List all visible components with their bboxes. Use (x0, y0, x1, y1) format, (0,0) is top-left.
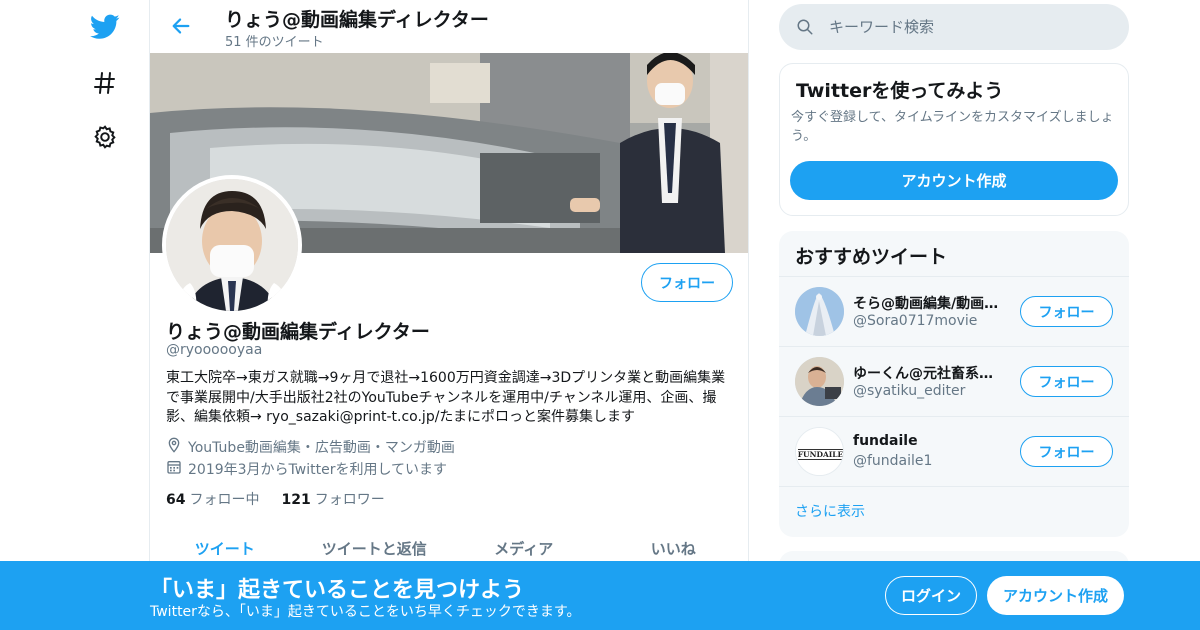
following-count-link[interactable]: 64 フォロー中 (166, 489, 259, 509)
account-name: そら@動画編集/動画… (853, 296, 999, 312)
account-name: ゆーくん@元社畜系… (853, 366, 993, 382)
profile-avatar[interactable] (162, 175, 302, 315)
back-arrow-icon[interactable] (168, 13, 194, 39)
gear-icon[interactable] (88, 120, 122, 154)
profile-column: りょう@動画編集ディレクター 51 件のツイート フォロー りょう@動画編集ディ… (149, 0, 749, 630)
banner-subtitle: Twitterなら、「いま」起きていることをいち早くチェックできます。 (150, 604, 581, 620)
banner-title: 「いま」起きていることを見つけよう (150, 578, 525, 603)
twitter-bird-icon[interactable] (88, 10, 122, 44)
followers-label: フォロワー (314, 492, 385, 508)
account-name: fundaile (853, 433, 918, 449)
avatar[interactable] (795, 287, 844, 336)
signup-card: Twitterを使ってみよう 今すぐ登録して、タイムラインをカスタマイズしましょ… (779, 63, 1129, 216)
signup-title: Twitterを使ってみよう (796, 80, 1004, 102)
avatar[interactable] (795, 357, 844, 406)
list-item[interactable]: ゆーくん@元社畜系… @syatiku_editer フォロー (779, 346, 1129, 416)
profile-handle: @ryoooooyaa (166, 342, 263, 358)
follow-button[interactable]: フォロー (1020, 296, 1113, 327)
profile-header-bar: りょう@動画編集ディレクター 51 件のツイート (150, 0, 748, 53)
joined-text: 2019年3月からTwitterを利用しています (188, 462, 448, 478)
account-handle: @Sora0717movie (853, 313, 978, 329)
profile-location: YouTube動画編集・広告動画・マンガ動画 (166, 437, 455, 457)
tab-tweets-and-replies[interactable]: ツイートと返信 (300, 530, 450, 562)
login-button[interactable]: ログイン (885, 576, 977, 615)
profile-tabs: ツイート ツイートと返信 メディア いいね (150, 530, 748, 562)
recommended-accounts-card: おすすめツイート そら@動画編集/動画… @Sora0717movie フォロー… (779, 231, 1129, 537)
header-title: りょう@動画編集ディレクター (225, 9, 489, 31)
list-item[interactable]: FUNDAILE fundaile @fundaile1 フォロー (779, 416, 1129, 486)
search-bar (779, 4, 1129, 50)
account-handle: @fundaile1 (853, 453, 933, 469)
followers-count-link[interactable]: 121 フォロワー (281, 489, 384, 509)
profile-joined: 2019年3月からTwitterを利用しています (166, 459, 447, 479)
following-count: 64 (166, 492, 186, 508)
location-text: YouTube動画編集・広告動画・マンガ動画 (188, 440, 455, 456)
calendar-icon (166, 459, 182, 479)
svg-text:FUNDAILE: FUNDAILE (798, 450, 844, 459)
create-account-button[interactable]: アカウント作成 (790, 161, 1118, 200)
tab-likes[interactable]: いいね (599, 530, 749, 562)
tab-media[interactable]: メディア (449, 530, 599, 562)
hashtag-icon[interactable] (88, 66, 122, 100)
show-more-link[interactable]: さらに表示 (795, 501, 865, 521)
follow-button[interactable]: フォロー (1020, 366, 1113, 397)
list-item[interactable]: そら@動画編集/動画… @Sora0717movie フォロー (779, 276, 1129, 346)
follow-button[interactable]: フォロー (1020, 436, 1113, 467)
account-handle: @syatiku_editer (853, 383, 966, 399)
search-input[interactable] (829, 18, 1109, 36)
recommendations-title: おすすめツイート (795, 246, 948, 268)
signup-description: 今すぐ登録して、タイムラインをカスタマイズしましょう。 (791, 110, 1114, 144)
follow-button[interactable]: フォロー (641, 263, 733, 302)
divider (779, 486, 1129, 487)
tab-tweets[interactable]: ツイート (150, 530, 300, 562)
search-icon (795, 17, 815, 37)
fundaile-logo-avatar[interactable]: FUNDAILE (795, 427, 844, 476)
following-label: フォロー中 (189, 492, 260, 508)
signup-button[interactable]: アカウント作成 (987, 576, 1124, 615)
profile-bio: 東工大院卒→東ガス就職→9ヶ月で退社→1600万円資金調達→3Dプリンタ業と動画… (166, 370, 726, 425)
location-pin-icon (166, 437, 182, 457)
profile-name: りょう@動画編集ディレクター (166, 321, 430, 343)
follow-counts: 64 フォロー中 121 フォロワー (166, 489, 385, 509)
tweet-count: 51 件のツイート (225, 35, 324, 50)
followers-count: 121 (281, 492, 311, 508)
signup-banner: 「いま」起きていることを見つけよう Twitterなら、「いま」起きていることを… (0, 561, 1200, 630)
